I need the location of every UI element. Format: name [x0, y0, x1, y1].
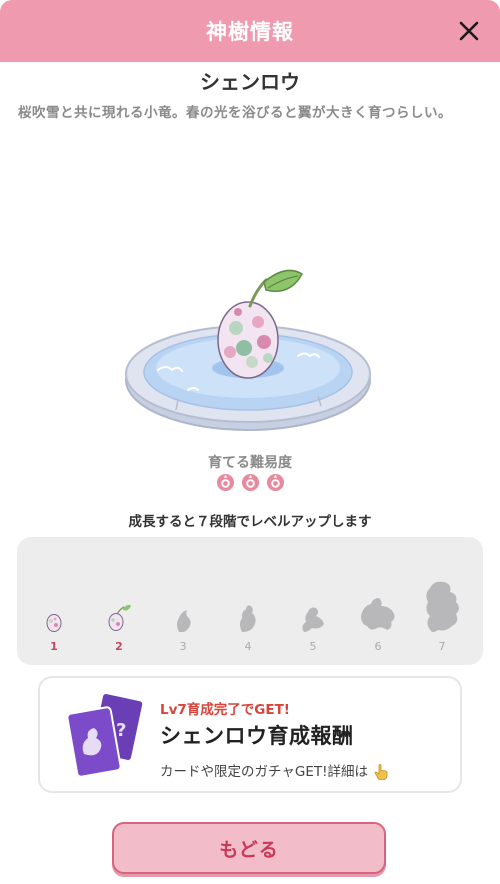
sprouted-egg-icon	[108, 604, 131, 631]
stage-number: 7	[438, 640, 446, 653]
sprout-badge-icon	[266, 473, 284, 492]
stage-item-6: 6	[348, 552, 408, 653]
reward-cards-icon: ?	[66, 692, 145, 778]
stage-item-7: 7	[412, 552, 472, 653]
close-icon[interactable]	[458, 20, 480, 42]
creature-name: シェンロウ	[200, 70, 300, 94]
close-button[interactable]	[452, 14, 486, 48]
silhouette-stage5-icon	[302, 607, 324, 632]
silhouette-stage7-icon	[426, 581, 459, 632]
stage-number: 4	[244, 640, 252, 653]
dialog-title: 神樹情報	[206, 20, 294, 44]
creature-description: 桜吹雪と共に現れる小竜。春の光を浴びると翼が大きく育つらしい。	[18, 105, 452, 121]
pointing-hand-icon[interactable]	[374, 764, 388, 780]
stage-number: 1	[50, 640, 58, 653]
back-button[interactable]: もどる	[112, 822, 386, 874]
reward-description[interactable]: カードや限定のガチャGET!詳細は	[160, 760, 388, 780]
silhouette-stage4-icon	[240, 605, 256, 632]
sprout-badge-icon	[216, 473, 234, 492]
reward-subtitle: Lv7育成完了でGET!	[160, 702, 290, 718]
egg-icon	[46, 614, 62, 632]
svg-text:?: ?	[116, 720, 126, 741]
stage-number: 5	[309, 640, 317, 653]
stage-item-1: 1	[24, 552, 84, 653]
egg-on-pond-illustration	[125, 269, 371, 431]
back-button-label[interactable]: もどる	[219, 835, 279, 862]
stage-item-4: 4	[218, 552, 278, 653]
reward-title: シェンロウ育成報酬	[160, 724, 354, 748]
silhouette-stage6-icon	[361, 598, 395, 630]
sprout-badge-icon	[241, 473, 259, 492]
stage-number: 6	[374, 640, 382, 653]
stage-number: 3	[179, 640, 187, 653]
stage-number: 2	[115, 640, 123, 653]
difficulty-rating	[0, 473, 500, 492]
silhouette-stage3-icon	[177, 610, 191, 632]
stage-item-3: 3	[153, 552, 213, 653]
reward-card[interactable]: ? Lv7育成完了でGET! シェンロウ育成報酬 カードや限定のガチャGET!詳…	[38, 676, 462, 793]
growth-info-text: 成長すると７段階でレベルアップします	[128, 514, 372, 530]
stage-item-2: 2	[89, 552, 149, 653]
dialog-header: 神樹情報	[0, 0, 500, 62]
reward-description-text[interactable]: カードや限定のガチャGET!詳細は	[160, 764, 368, 780]
stage-item-5: 5	[283, 552, 343, 653]
growth-stages-panel: 1 2 3 4 5 6 7	[17, 537, 483, 665]
difficulty-label: 育てる難易度	[208, 455, 292, 471]
